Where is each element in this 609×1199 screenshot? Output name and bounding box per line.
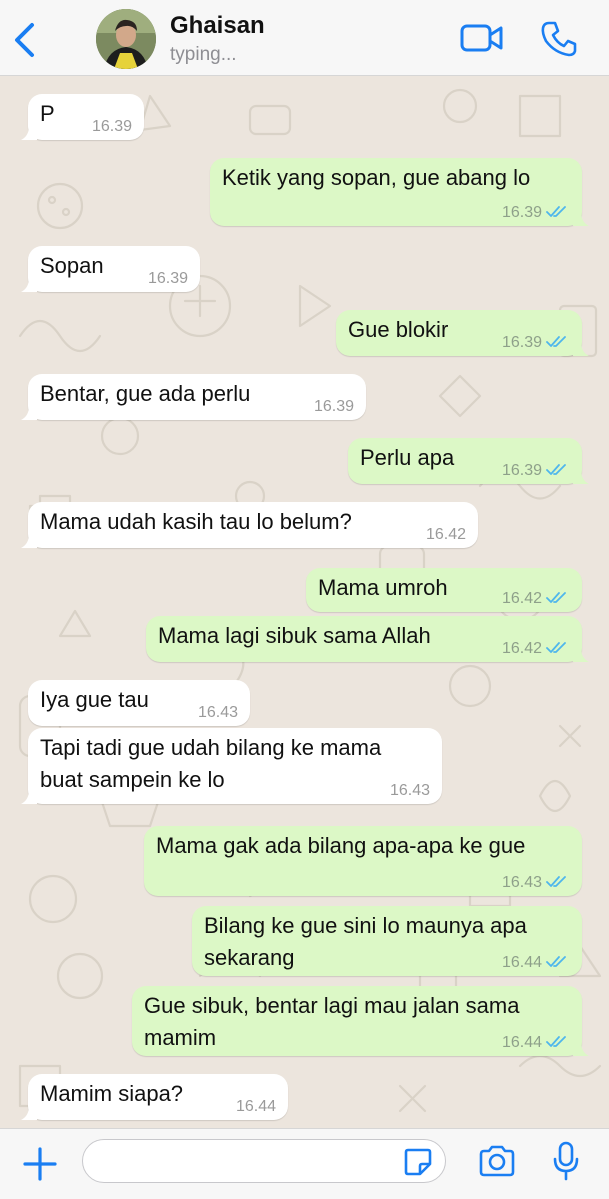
read-receipt-double-check-icon [546, 1036, 566, 1047]
bubble-tail [573, 470, 589, 484]
message-meta: 16.42 [502, 640, 568, 658]
outgoing-message-bubble[interactable]: Ketik yang sopan, gue abang lo 16.39 [210, 158, 589, 226]
typing-status: typing... [170, 44, 237, 65]
incoming-message-bubble[interactable]: Bentar, gue ada perlu 16.39 [21, 374, 366, 420]
incoming-message-bubble[interactable]: Mama udah kasih tau lo belum? 16.42 [21, 502, 478, 548]
message-timestamp: 16.42 [501, 640, 542, 657]
chat-header: Ghaisan typing... [0, 0, 609, 76]
message-timestamp: 16.43 [501, 874, 542, 891]
message-timestamp: 16.44 [235, 1098, 276, 1115]
message-text: Tapi tadi gue udah bilang ke mama [40, 735, 382, 760]
message-timestamp: 16.39 [501, 462, 542, 479]
bubble-tail [573, 648, 589, 662]
incoming-message-bubble[interactable]: Tapi tadi gue udah bilang ke mama buat sa… [21, 728, 442, 804]
video-call-icon[interactable] [460, 22, 504, 54]
message-meta: 16.43 [390, 782, 430, 800]
outgoing-message-bubble[interactable]: Mama umroh 16.42 [306, 568, 582, 612]
message-meta: 16.39 [502, 334, 568, 352]
message-meta: 16.43 [502, 874, 568, 892]
bubble-tail [573, 1042, 589, 1056]
bubble-tail [573, 342, 589, 356]
outgoing-message-bubble[interactable]: Mama lagi sibuk sama Allah 16.42 [146, 616, 589, 662]
bubble-tail [21, 126, 37, 140]
message-timestamp: 16.43 [197, 704, 238, 721]
message-meta: 16.44 [502, 954, 568, 972]
bubble-tail [21, 534, 37, 548]
message-meta: 16.42 [426, 526, 466, 544]
bubble-tail [21, 406, 37, 420]
outgoing-message-bubble[interactable]: Bilang ke gue sini lo maunya apa sekarang… [192, 906, 582, 976]
bubble-tail [21, 790, 37, 804]
read-receipt-double-check-icon [546, 464, 566, 475]
composer-bar [0, 1128, 609, 1199]
plus-icon[interactable] [22, 1146, 58, 1182]
message-timestamp: 16.39 [501, 204, 542, 221]
message-timestamp: 16.39 [313, 398, 354, 415]
microphone-icon[interactable] [552, 1141, 580, 1181]
message-text: Ketik yang sopan, gue abang lo [222, 165, 531, 190]
message-timestamp: 16.42 [425, 526, 466, 543]
message-meta: 16.39 [314, 398, 354, 416]
outgoing-message-bubble[interactable]: Perlu apa 16.39 [348, 438, 589, 484]
outgoing-message-bubble[interactable]: Mama gak ada bilang apa-apa ke gue 16.43 [144, 826, 582, 896]
message-text: Bilang ke gue sini lo maunya apa [204, 913, 527, 938]
outgoing-message-bubble[interactable]: Gue blokir 16.39 [336, 310, 589, 356]
message-timestamp: 16.39 [501, 334, 542, 351]
read-receipt-double-check-icon [546, 206, 566, 217]
message-text: Bentar, gue ada perlu [40, 381, 251, 406]
sticker-icon[interactable] [403, 1147, 433, 1177]
camera-icon[interactable] [478, 1144, 516, 1178]
phone-call-icon[interactable] [540, 20, 578, 58]
message-meta: 16.42 [502, 590, 568, 608]
message-meta: 16.44 [236, 1098, 276, 1116]
incoming-message-bubble[interactable]: P 16.39 [21, 94, 144, 140]
message-meta: 16.44 [502, 1034, 568, 1052]
avatar-photo [96, 9, 156, 69]
incoming-message-bubble[interactable]: Iya gue tau 16.43 [28, 680, 250, 726]
read-receipt-double-check-icon [546, 642, 566, 653]
message-meta: 16.43 [198, 704, 238, 722]
message-meta: 16.39 [502, 204, 568, 222]
read-receipt-double-check-icon [546, 876, 566, 887]
bubble-tail [21, 278, 37, 292]
message-text: Gue sibuk, bentar lagi mau jalan sama [144, 993, 520, 1018]
message-text: buat sampein ke lo [40, 767, 225, 792]
bubble-tail [21, 1106, 37, 1120]
message-input[interactable] [82, 1139, 446, 1183]
incoming-message-bubble[interactable]: Mamim siapa? 16.44 [21, 1074, 288, 1120]
incoming-message-bubble[interactable]: Sopan 16.39 [21, 246, 200, 292]
read-receipt-double-check-icon [546, 336, 566, 347]
outgoing-message-bubble[interactable]: Gue sibuk, bentar lagi mau jalan sama mam… [132, 986, 589, 1056]
message-list[interactable]: P 16.39 Ketik yang sopan, gue abang lo 16.3… [0, 76, 609, 1128]
message-timestamp: 16.44 [501, 954, 542, 971]
message-meta: 16.39 [92, 118, 132, 136]
message-timestamp: 16.44 [501, 1034, 542, 1051]
message-timestamp: 16.39 [91, 118, 132, 135]
message-text: Mama gak ada bilang apa-apa ke gue [156, 833, 526, 858]
bubble-tail [573, 212, 589, 226]
message-meta: 16.39 [502, 462, 568, 480]
read-receipt-double-check-icon [546, 592, 566, 603]
back-chevron-icon[interactable] [10, 22, 40, 58]
message-timestamp: 16.39 [147, 270, 188, 287]
message-timestamp: 16.42 [501, 590, 542, 607]
message-meta: 16.39 [148, 270, 188, 288]
message-timestamp: 16.43 [389, 782, 430, 799]
contact-avatar[interactable] [96, 9, 156, 69]
contact-name[interactable]: Ghaisan [170, 12, 265, 40]
read-receipt-double-check-icon [546, 956, 566, 967]
message-text: Mama udah kasih tau lo belum? [40, 509, 352, 534]
